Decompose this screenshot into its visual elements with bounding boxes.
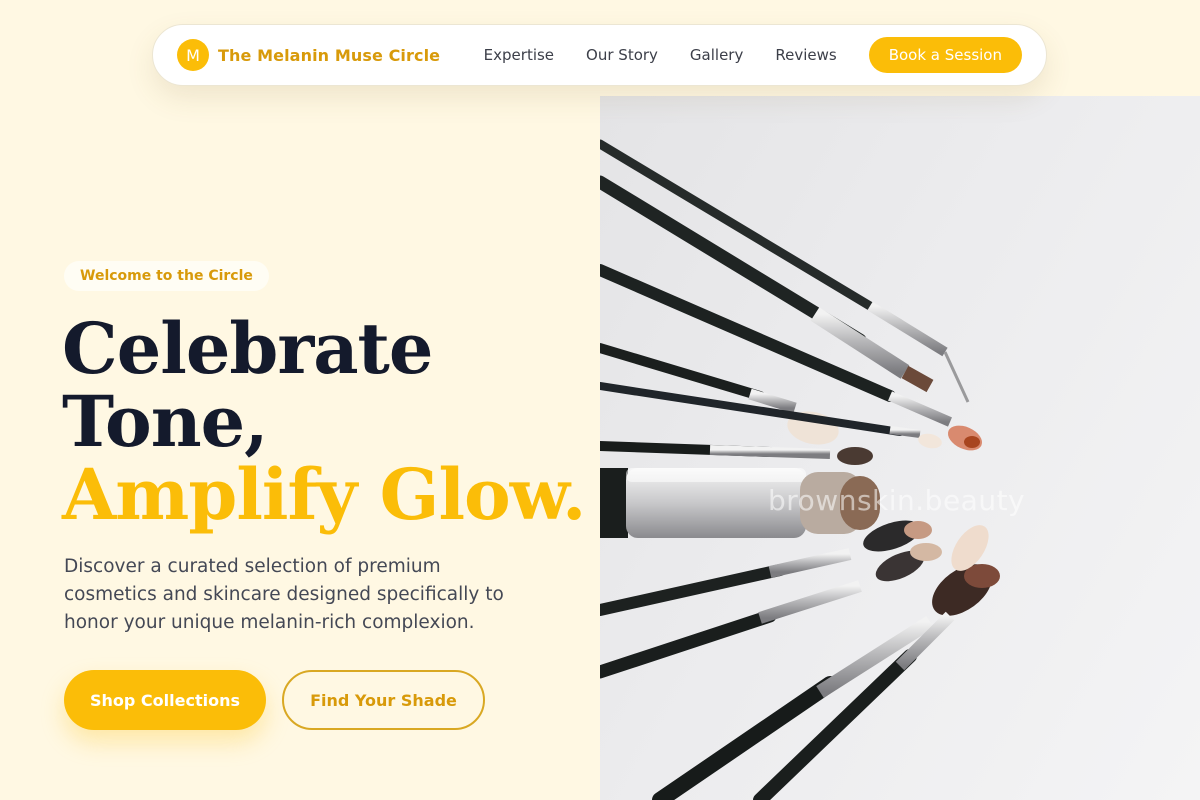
brand-logo[interactable]: M The Melanin Muse Circle xyxy=(177,39,440,71)
headline-line-1: Celebrate xyxy=(62,307,433,390)
nav-link-our-story[interactable]: Our Story xyxy=(586,46,658,64)
find-your-shade-button[interactable]: Find Your Shade xyxy=(282,670,485,730)
hero-description: Discover a curated selection of premium … xyxy=(64,556,504,633)
brand-name: The Melanin Muse Circle xyxy=(218,45,441,65)
makeup-brushes-illustration xyxy=(600,139,1000,800)
nav-link-reviews[interactable]: Reviews xyxy=(775,46,836,64)
image-watermark: brownskin.beauty xyxy=(768,484,1026,517)
book-session-button[interactable]: Book a Session xyxy=(868,37,1022,73)
headline-line-2: Tone, xyxy=(62,380,269,463)
shop-collections-button[interactable]: Shop Collections xyxy=(64,670,266,730)
top-navbar: M The Melanin Muse Circle Expertise Our … xyxy=(152,24,1047,86)
nav-link-expertise[interactable]: Expertise xyxy=(484,46,554,64)
brush-upper-6 xyxy=(600,441,873,465)
welcome-badge: Welcome to the Circle xyxy=(64,261,269,291)
nav-link-gallery[interactable]: Gallery xyxy=(690,46,743,64)
brand-mark-icon: M xyxy=(177,39,209,71)
hero-image-makeup-brushes: brownskin.beauty xyxy=(600,96,1200,800)
hero-headline: Celebrate Tone, Amplify Glow. xyxy=(62,307,586,536)
nav-links: Expertise Our Story Gallery Reviews Book… xyxy=(452,37,1022,73)
headline-accent: Amplify Glow. xyxy=(62,453,586,536)
brush-upper-2 xyxy=(600,175,934,393)
